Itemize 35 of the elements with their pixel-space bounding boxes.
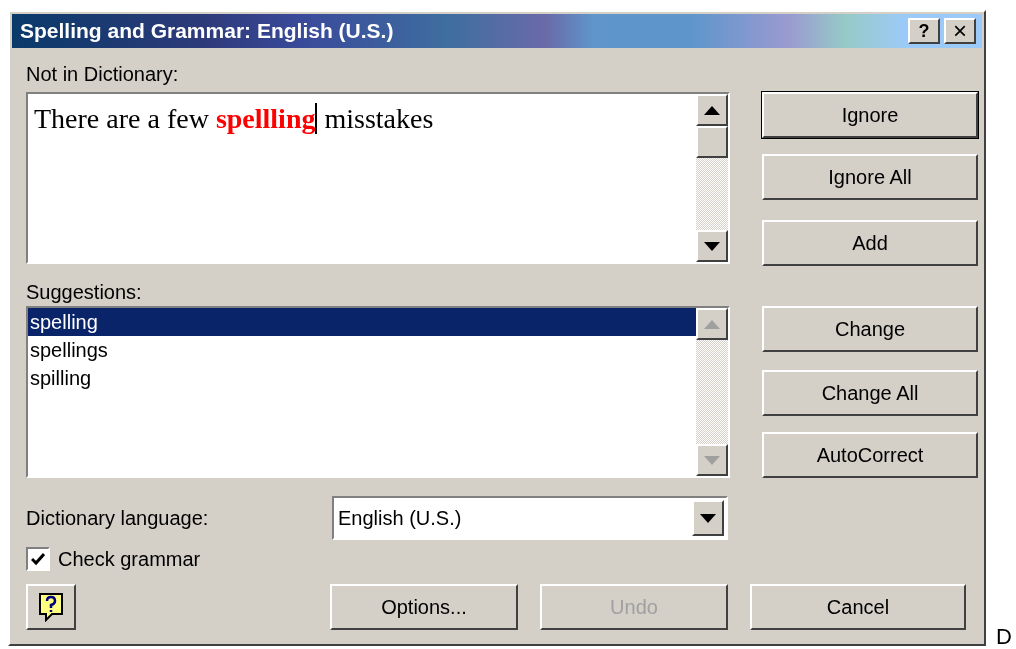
down-arrow-icon <box>704 455 720 465</box>
suggestion-item[interactable]: spellings <box>28 336 696 364</box>
action-button[interactable]: Change All <box>762 370 978 416</box>
field-label: Dictionary language: <box>26 506 210 531</box>
field-label: Not in Dictionary: <box>26 62 180 86</box>
suggestions-list[interactable]: spelling spellings spilling <box>26 306 730 478</box>
checkmark-icon <box>31 552 45 566</box>
action-button[interactable]: Ignore <box>762 92 978 138</box>
grammar-checkbox[interactable] <box>26 547 50 571</box>
stray-letter: D <box>996 626 1012 648</box>
down-arrow-icon <box>704 241 720 251</box>
field-label: Suggestions: <box>26 280 143 304</box>
action-button[interactable]: Ignore All <box>762 154 978 200</box>
scroll-thumb[interactable] <box>696 126 728 158</box>
scrollbar[interactable] <box>696 94 728 262</box>
action-button[interactable]: AutoCorrect <box>762 432 978 478</box>
action-button[interactable]: Add <box>762 220 978 266</box>
suggestion-item[interactable]: spilling <box>28 364 696 392</box>
scroll-up-button[interactable] <box>696 94 728 126</box>
down-arrow-icon <box>700 513 716 523</box>
help-button[interactable]: ? <box>908 18 940 44</box>
language-dropdown[interactable]: English (U.S.) <box>332 496 728 540</box>
help-icon <box>38 592 64 622</box>
window-title: Spelling and Grammar: English (U.S.) <box>20 18 394 45</box>
up-arrow-icon <box>704 319 720 329</box>
checkbox-label: Check grammar <box>58 547 201 572</box>
close-button[interactable]: × <box>944 18 976 44</box>
up-arrow-icon <box>704 105 720 115</box>
suggestion-item[interactable]: spelling <box>28 308 696 336</box>
dialog-button[interactable]: Options... <box>330 584 518 630</box>
dialog-button[interactable]: Cancel <box>750 584 966 630</box>
help-button[interactable] <box>26 584 76 630</box>
action-button[interactable]: Change <box>762 306 978 352</box>
dropdown-button[interactable] <box>692 500 724 536</box>
scroll-down-button[interactable] <box>696 230 728 262</box>
